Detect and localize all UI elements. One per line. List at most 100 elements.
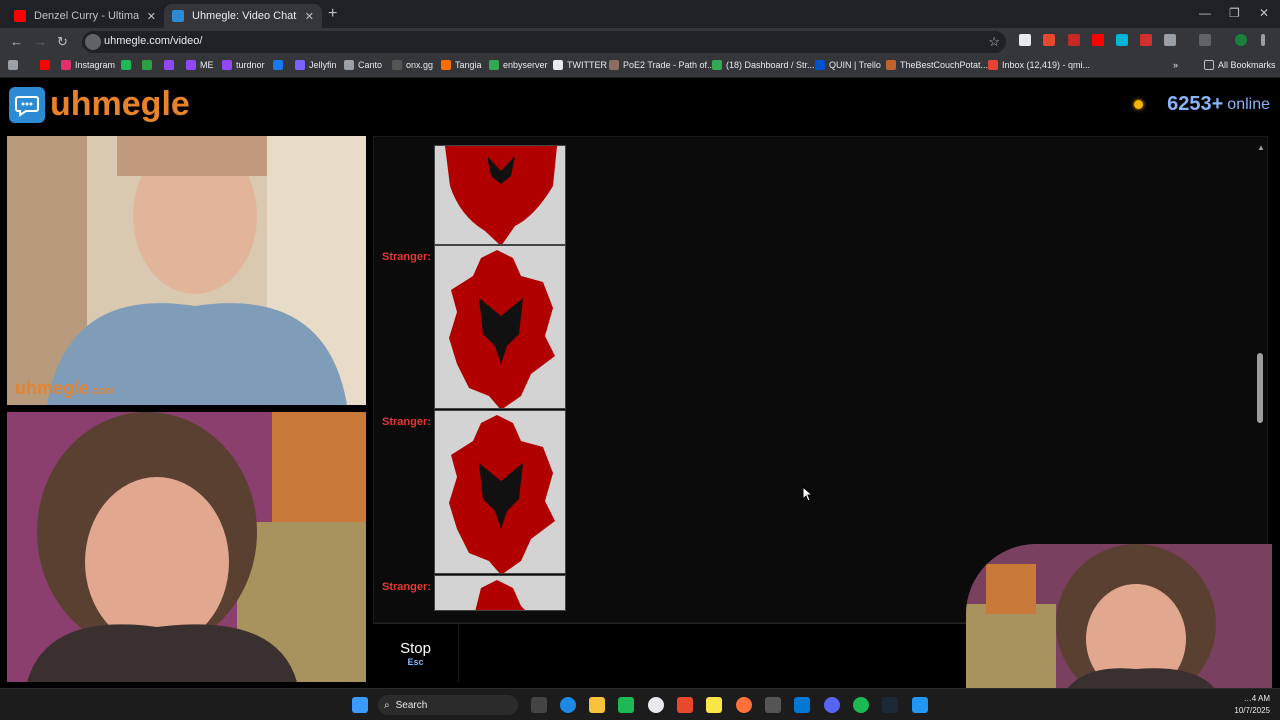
kosovo-flag-image	[445, 146, 557, 244]
tab-title: Denzel Curry - Ultimate (BADB...	[34, 10, 139, 22]
site-info-icon[interactable]	[85, 34, 101, 50]
chat-image[interactable]	[434, 410, 566, 574]
bookmark-item[interactable]	[40, 60, 54, 70]
extension-red-icon[interactable]	[1068, 34, 1080, 46]
sticky-notes-icon[interactable]	[706, 697, 722, 713]
bookmark-item[interactable]: ME	[186, 60, 214, 70]
webcam-frame	[966, 544, 1272, 690]
couch-icon	[886, 60, 896, 70]
bookmark-item[interactable]: enbyserver	[489, 60, 548, 70]
bookmark-item[interactable]: Tangia	[441, 60, 482, 70]
task-view-icon[interactable]	[531, 697, 547, 713]
extension-fox-icon[interactable]	[1043, 34, 1055, 46]
chat-image[interactable]	[434, 145, 566, 245]
tab-uhmegle[interactable]: Uhmegle: Video Chat | Onl... ✕	[164, 4, 322, 28]
close-window-icon[interactable]: ✕	[1259, 6, 1269, 20]
clock-time: …4 AM	[1243, 694, 1270, 703]
taskbar-search[interactable]: ⌕ Search	[378, 695, 518, 715]
logo-text: uhmegle	[50, 85, 190, 123]
all-bookmarks-folder[interactable]: All Bookmarks	[1204, 60, 1276, 70]
x-icon	[553, 60, 563, 70]
kosovo-flag-image	[449, 250, 555, 408]
discord-icon[interactable]	[824, 697, 840, 713]
minimize-icon[interactable]: —	[1199, 6, 1211, 20]
bookmark-item[interactable]: onx.gg	[392, 60, 433, 70]
url-text: uhmegle.com/video/	[104, 35, 203, 47]
back-icon[interactable]: ←	[10, 34, 23, 49]
search-label: Search	[395, 699, 428, 711]
trello-icon	[815, 60, 825, 70]
bookmark-item[interactable]	[164, 60, 178, 70]
side-panel-icon[interactable]	[1199, 34, 1211, 46]
close-icon[interactable]: ✕	[305, 10, 314, 23]
bookmark-item[interactable]: QUIN | Trello	[815, 60, 881, 70]
notepad-icon[interactable]	[912, 697, 928, 713]
stop-label: Stop	[400, 639, 431, 657]
reload-icon[interactable]: ↻	[57, 34, 68, 50]
bookmark-item[interactable]: Jellyfin	[295, 60, 337, 70]
bookmark-item[interactable]	[142, 60, 156, 70]
extension-blue-icon[interactable]	[1116, 34, 1128, 46]
bookmark-item[interactable]: TheBestCouchPotat...	[886, 60, 988, 70]
extension-youtube-icon[interactable]	[1092, 34, 1104, 46]
profile-avatar[interactable]	[1235, 34, 1247, 46]
bookmark-item[interactable]: Canto	[344, 60, 382, 70]
facebook-icon	[273, 60, 283, 70]
forward-icon[interactable]: →	[34, 34, 47, 49]
extensions-puzzle-icon[interactable]	[1164, 34, 1176, 46]
enbyserver-icon	[489, 60, 499, 70]
chat-image[interactable]	[434, 245, 566, 409]
bookmark-item[interactable]	[273, 60, 287, 70]
site-logo[interactable]: uhmegle	[9, 85, 190, 124]
spotify-icon[interactable]	[853, 697, 869, 713]
steam-icon[interactable]	[882, 697, 898, 713]
windows-taskbar: ⌕ Search …4 AM 10/7/2025	[0, 688, 1280, 720]
menu-icon[interactable]	[1261, 34, 1265, 46]
extension-cat-icon[interactable]	[1140, 34, 1152, 46]
online-count: 6253+	[1167, 93, 1224, 115]
system-clock[interactable]: …4 AM 10/7/2025	[1234, 693, 1270, 717]
edge-icon[interactable]	[560, 697, 576, 713]
twitch-icon	[186, 60, 196, 70]
online-label: online	[1227, 95, 1270, 113]
address-bar[interactable]: uhmegle.com/video/ ☆	[82, 31, 1006, 53]
uhmegle-icon	[172, 10, 184, 22]
bookmark-star-icon[interactable]: ☆	[988, 34, 1000, 50]
folder-icon	[1204, 60, 1214, 70]
uhmegle-watermark: uhmegle.com	[15, 378, 115, 398]
app-icon[interactable]	[618, 697, 634, 713]
bookmark-item[interactable]: turdnor	[222, 60, 265, 70]
status-dot-icon	[1134, 100, 1144, 109]
restore-icon[interactable]: ❐	[1229, 6, 1240, 20]
self-video	[7, 412, 366, 682]
file-explorer-icon[interactable]	[589, 697, 605, 713]
bookmarks-overflow-icon[interactable]: »	[1173, 60, 1178, 70]
apps-icon[interactable]	[8, 60, 22, 70]
chat-image[interactable]	[434, 575, 566, 611]
obs-icon[interactable]	[765, 697, 781, 713]
kosovo-flag-image	[449, 415, 555, 573]
bookmark-item[interactable]: (18) Dashboard / Str...	[712, 60, 815, 70]
bookmark-item[interactable]	[121, 60, 135, 70]
sender-label: Stranger:	[382, 581, 431, 593]
scrollbar-thumb[interactable]	[1257, 353, 1263, 423]
firefox-icon[interactable]	[736, 697, 752, 713]
bookmark-item[interactable]: PoE2 Trade - Path of...	[609, 60, 715, 70]
windows-start-icon[interactable]	[352, 697, 368, 713]
chrome-icon[interactable]	[648, 697, 664, 713]
new-tab-button[interactable]: +	[328, 5, 337, 23]
browser-toolbar: ← → ↻ uhmegle.com/video/ ☆	[0, 28, 1280, 56]
chat-message: Stranger:	[382, 247, 431, 265]
tab-denzel-curry[interactable]: Denzel Curry - Ultimate (BADB... ✕	[6, 4, 164, 28]
extension-k-icon[interactable]	[1019, 34, 1031, 46]
self-video-frame	[7, 412, 366, 682]
bookmark-item[interactable]: Inbox (12,419) - qmi...	[988, 60, 1090, 70]
app-icon[interactable]	[794, 697, 810, 713]
bookmark-item[interactable]: Instagram	[61, 60, 115, 70]
close-icon[interactable]: ✕	[147, 10, 156, 23]
twitch-icon	[164, 60, 174, 70]
bookmark-item[interactable]: TWITTER	[553, 60, 607, 70]
stop-button[interactable]: Stop Esc	[373, 624, 459, 682]
scroll-up-icon[interactable]: ▲	[1257, 143, 1265, 152]
app-icon[interactable]	[677, 697, 693, 713]
